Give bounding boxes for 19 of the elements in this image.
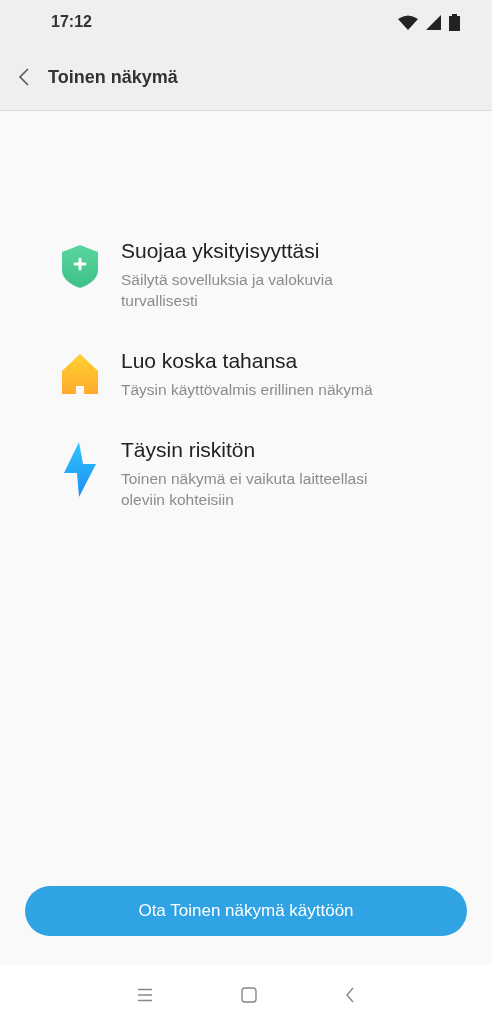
shield-plus-icon — [60, 243, 100, 289]
lightning-icon — [63, 442, 97, 498]
battery-icon — [449, 13, 460, 31]
wifi-icon — [398, 14, 418, 30]
feature-title: Luo koska tahansa — [121, 349, 299, 373]
page-title: Toinen näkymä — [48, 66, 178, 88]
feature-description: Säilytä sovelluksia ja valokuvia turvallisesti — [121, 270, 334, 311]
feature-title: Suojaa yksityisyyttäsi — [121, 239, 321, 263]
signal-icon — [426, 14, 441, 30]
enable-button[interactable]: Ota Toinen näkymä käyttöön — [25, 886, 467, 936]
feature-description: Toinen näkymä ei vaikuta laitteellasi oleviin kohteisiin — [121, 469, 369, 510]
feature-title: Täysin riskitön — [121, 438, 257, 462]
house-icon — [61, 353, 99, 395]
back-icon[interactable] — [345, 986, 355, 1003]
feature-description: Täysin käyttövalmis erillinen näkymä — [121, 380, 373, 400]
status-time: 17:12 — [51, 13, 92, 31]
home-icon[interactable] — [241, 986, 257, 1003]
back-button[interactable] — [18, 67, 30, 87]
menu-icon[interactable] — [137, 987, 153, 1002]
